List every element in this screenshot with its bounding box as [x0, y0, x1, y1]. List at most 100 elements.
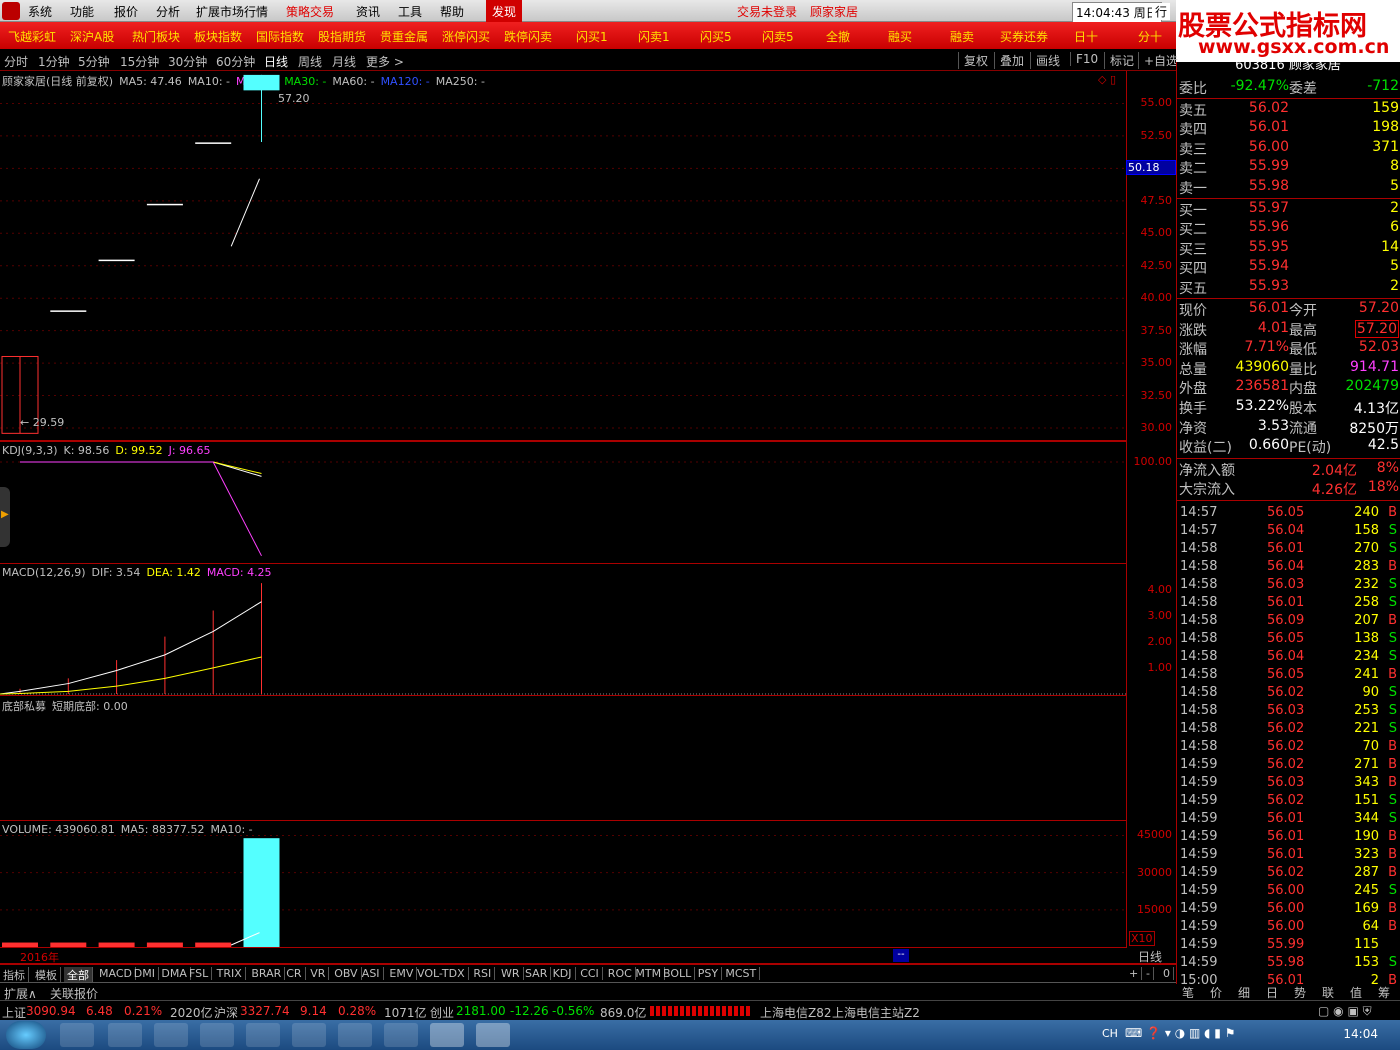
indicator-tab-11[interactable]: OBV	[331, 967, 362, 980]
indicator-tab-19[interactable]: CCI	[577, 967, 603, 980]
chart-tool-button-0[interactable]: 复权	[958, 52, 988, 69]
calculator-icon[interactable]	[292, 1023, 326, 1047]
indicator-tab-8[interactable]: BRAR	[248, 967, 286, 980]
right-tab-1[interactable]: 价	[1210, 984, 1222, 1001]
indicator-tab-0[interactable]: 指标	[0, 967, 29, 983]
chat-app-icon[interactable]	[338, 1023, 372, 1047]
chart-tool-button-3[interactable]: F10	[1070, 52, 1098, 66]
toolbar-button-0[interactable]: 飞越彩虹	[8, 28, 56, 45]
indicator-tab-17[interactable]: SAR	[522, 967, 552, 980]
right-tab-6[interactable]: 值	[1350, 984, 1362, 1001]
toolbar-button-18[interactable]: 分十	[1138, 28, 1162, 45]
toolbar-button-1[interactable]: 深沪A股	[70, 28, 114, 45]
indicator-tab-2[interactable]: 全部	[64, 967, 93, 983]
volume-panel[interactable]: VOLUME: 439060.81 MA5: 88377.52 MA10: -	[0, 821, 1126, 948]
menu-system[interactable]: 系统	[28, 3, 52, 20]
toolbar-button-8[interactable]: 跌停闪卖	[504, 28, 552, 45]
menu-news[interactable]: 资讯	[356, 3, 380, 20]
period-tab-7[interactable]: 周线	[298, 53, 322, 70]
sh-index-label[interactable]: 上证	[2, 1004, 26, 1021]
indicator-tab-10[interactable]: VR	[307, 967, 330, 980]
right-tab-5[interactable]: 联	[1322, 984, 1334, 1001]
bottom-indicator-panel[interactable]: 底部私募 短期底部: 0.00	[0, 696, 1126, 821]
kdj-panel[interactable]: KDJ(9,3,3) K: 98.56 D: 99.52 J: 96.65 ▶	[0, 441, 1126, 564]
menu-tools[interactable]: 工具	[398, 3, 422, 20]
taskbar-app-icon[interactable]	[60, 1023, 94, 1047]
indicator-tab-23[interactable]: PSY	[695, 967, 723, 980]
period-tab-1[interactable]: 1分钟	[38, 53, 70, 70]
right-tab-4[interactable]: 势	[1294, 984, 1306, 1001]
chart-tool-button-2[interactable]: 画线	[1030, 52, 1060, 69]
toolbar-button-4[interactable]: 国际指数	[256, 28, 304, 45]
server-label-2[interactable]: 上海电信主站Z2	[832, 1004, 920, 1021]
menu-discover[interactable]: 发现	[486, 0, 523, 22]
indicator-ctrl-2[interactable]: 0	[1160, 967, 1174, 980]
server-label-1[interactable]: 上海电信Z82	[760, 1004, 832, 1021]
input-language[interactable]: CH	[1102, 1027, 1118, 1040]
right-tab-2[interactable]: 细	[1238, 984, 1250, 1001]
toolbar-button-2[interactable]: 热门板块	[132, 28, 180, 45]
indicator-tab-7[interactable]: TRIX	[214, 967, 246, 980]
toolbar-button-10[interactable]: 闪卖1	[638, 28, 670, 45]
indicator-tab-9[interactable]: CR	[283, 967, 306, 980]
indicator-tab-16[interactable]: WR	[498, 967, 524, 980]
network-app-icon[interactable]	[246, 1023, 280, 1047]
chrome-browser-icon[interactable]	[200, 1023, 234, 1047]
toolbar-button-12[interactable]: 闪卖5	[762, 28, 794, 45]
indicator-tab-18[interactable]: KDJ	[550, 967, 576, 980]
indicator-tab-24[interactable]: MCST	[722, 967, 761, 980]
menu-function[interactable]: 功能	[70, 3, 94, 20]
start-button-icon[interactable]	[6, 1021, 46, 1049]
chart-tool-button-5[interactable]: +自选	[1138, 52, 1178, 69]
price-chart-panel[interactable]: 顾家家居(日线 前复权)MA5: 47.46MA10: -MA20: -MA30…	[0, 71, 1126, 441]
menu-strategy[interactable]: 策略交易	[286, 3, 334, 20]
period-tab-5[interactable]: 60分钟	[216, 53, 255, 70]
period-tab-8[interactable]: 月线	[332, 53, 356, 70]
left-collapse-handle[interactable]: ▶	[0, 487, 10, 547]
menu-help[interactable]: 帮助	[440, 3, 464, 20]
toolbar-button-5[interactable]: 股指期货	[318, 28, 366, 45]
chart-tool-button-1[interactable]: 叠加	[994, 52, 1024, 69]
macd-panel[interactable]: MACD(12,26,9) DIF: 3.54 DEA: 1.42 MACD: 4.2…	[0, 564, 1126, 696]
period-tab-6[interactable]: 日线	[264, 53, 288, 70]
file-explorer-icon[interactable]	[154, 1023, 188, 1047]
menu-analysis[interactable]: 分析	[156, 3, 180, 20]
sz-index-label[interactable]: 沪深	[214, 1004, 238, 1021]
indicator-tab-22[interactable]: BOLL	[660, 967, 696, 980]
indicator-tab-1[interactable]: 模板	[32, 967, 61, 983]
indicator-ctrl-0[interactable]: +	[1126, 967, 1143, 980]
toolbar-button-11[interactable]: 闪买5	[700, 28, 732, 45]
indicator-tab-4[interactable]: DMI	[131, 967, 160, 980]
login-status[interactable]: 交易未登录	[737, 3, 797, 20]
toolbar-button-15[interactable]: 融卖	[950, 28, 974, 45]
indicator-ctrl-1[interactable]: -	[1143, 967, 1154, 980]
indicator-tab-6[interactable]: FSL	[186, 967, 213, 980]
toolbar-button-7[interactable]: 涨停闪买	[442, 28, 490, 45]
right-tab-7[interactable]: 筹	[1378, 984, 1390, 1001]
toolbar-button-3[interactable]: 板块指数	[194, 28, 242, 45]
toolbar-button-16[interactable]: 买券还券	[1000, 28, 1048, 45]
k-app-icon[interactable]	[384, 1023, 418, 1047]
period-tab-2[interactable]: 5分钟	[78, 53, 110, 70]
indicator-tab-12[interactable]: ASI	[359, 967, 384, 980]
tray-icons[interactable]: ⌨ ❓ ▾ ◑ ▥ ◖ ▮ ⚑	[1125, 1026, 1235, 1040]
indicator-tab-15[interactable]: RSI	[470, 967, 496, 980]
menu-quote[interactable]: 报价	[114, 3, 138, 20]
toolbar-button-6[interactable]: 贵重金属	[380, 28, 428, 45]
indicator-tab-20[interactable]: ROC	[605, 967, 636, 980]
right-tab-3[interactable]: 日	[1266, 984, 1278, 1001]
toolbar-button-17[interactable]: 日十	[1074, 28, 1098, 45]
period-tab-0[interactable]: 分时	[4, 53, 28, 70]
period-tab-3[interactable]: 15分钟	[120, 53, 159, 70]
ie-browser-icon[interactable]	[108, 1023, 142, 1047]
green-app-taskbar-icon[interactable]	[476, 1023, 510, 1047]
indicator-tab-14[interactable]: VOL-TDX	[414, 967, 469, 980]
chart-tool-button-4[interactable]: 标记	[1104, 52, 1134, 69]
period-tab-4[interactable]: 30分钟	[168, 53, 207, 70]
stock-app-taskbar-icon[interactable]	[430, 1023, 464, 1047]
menu-ext-market[interactable]: 扩展市场行情	[196, 3, 268, 20]
cy-index-label[interactable]: 创业	[430, 1004, 454, 1021]
right-tab-0[interactable]: 笔	[1182, 984, 1194, 1001]
toolbar-button-13[interactable]: 全撤	[826, 28, 850, 45]
toolbar-button-14[interactable]: 融买	[888, 28, 912, 45]
